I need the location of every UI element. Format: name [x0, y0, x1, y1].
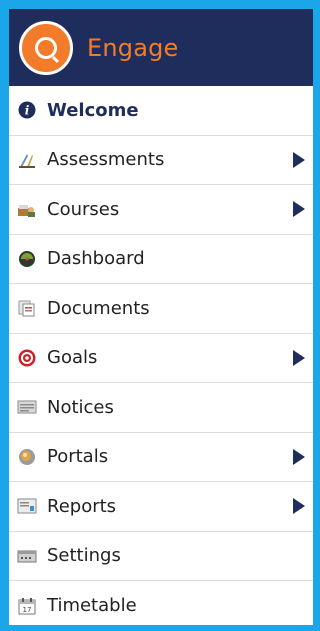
menu-item-courses[interactable]: Courses	[9, 185, 313, 235]
menu-item-label: Dashboard	[47, 248, 145, 270]
menu-item-label: Courses	[47, 198, 120, 220]
menu-item-goals[interactable]: Goals	[9, 334, 313, 383]
documents-icon	[17, 298, 37, 318]
calendar-icon: 17	[17, 596, 37, 616]
menu-item-label: Goals	[47, 347, 98, 369]
menu-item-label: Reports	[47, 495, 117, 517]
brand-name[interactable]: Engage	[87, 34, 179, 62]
dashboard-icon	[17, 249, 37, 269]
submenu-arrow-icon[interactable]	[293, 448, 305, 465]
menu-item-reports[interactable]: Reports	[9, 482, 313, 532]
menu-item-label: Assessments	[47, 149, 165, 171]
menu-item-label: Settings	[47, 545, 121, 567]
submenu-arrow-icon[interactable]	[293, 498, 305, 515]
settings-icon	[17, 546, 37, 566]
svg-text:17: 17	[23, 606, 32, 614]
navigation-panel: Engage i Welcome Assessments Courses Das…	[9, 9, 313, 625]
notices-icon	[17, 397, 37, 417]
menu-item-notices[interactable]: Notices	[9, 383, 313, 433]
menu-item-label: Portals	[47, 446, 109, 468]
menu-item-label: Timetable	[47, 595, 137, 617]
nav-menu: i Welcome Assessments Courses Dashboard	[9, 86, 313, 631]
info-icon: i	[17, 100, 37, 120]
target-icon	[17, 348, 37, 368]
svg-text:i: i	[25, 104, 30, 118]
menu-item-settings[interactable]: Settings	[9, 532, 313, 581]
reports-icon	[17, 496, 37, 516]
menu-item-welcome[interactable]: i Welcome	[9, 86, 313, 136]
header-bar: Engage	[9, 9, 313, 86]
courses-icon	[17, 199, 37, 219]
menu-item-label: Documents	[47, 297, 150, 319]
assessments-icon	[17, 150, 37, 170]
menu-item-documents[interactable]: Documents	[9, 284, 313, 334]
menu-item-label: Notices	[47, 396, 114, 418]
portals-icon	[17, 447, 37, 467]
menu-item-portals[interactable]: Portals	[9, 433, 313, 482]
menu-item-label: Welcome	[47, 99, 139, 121]
engage-logo-icon[interactable]	[19, 20, 73, 75]
submenu-arrow-icon[interactable]	[293, 201, 305, 218]
submenu-arrow-icon[interactable]	[293, 349, 305, 366]
menu-item-dashboard[interactable]: Dashboard	[9, 235, 313, 284]
menu-item-timetable[interactable]: 17 Timetable	[9, 581, 313, 631]
submenu-arrow-icon[interactable]	[293, 151, 305, 168]
menu-item-assessments[interactable]: Assessments	[9, 136, 313, 185]
